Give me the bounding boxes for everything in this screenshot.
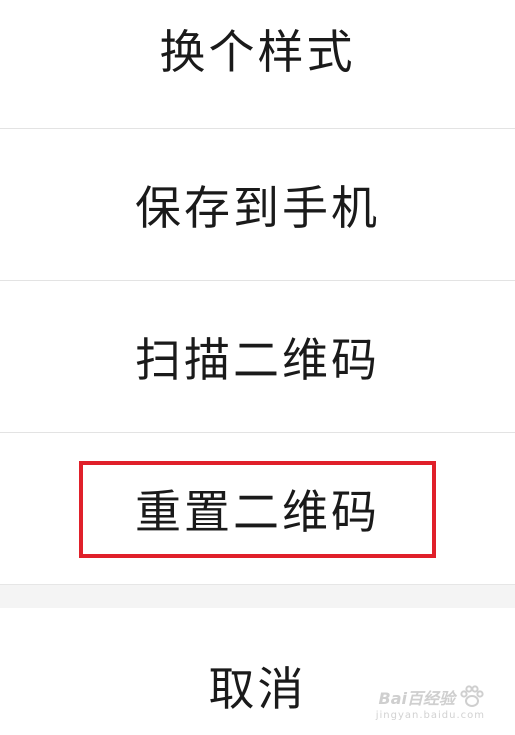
paw-logo-icon xyxy=(460,685,484,707)
reset-qr-code-label: 重置二维码 xyxy=(135,484,380,539)
scan-qr-code-option[interactable]: 扫描二维码 xyxy=(0,281,515,432)
baidu-jingyan-watermark: Bai百经验 jingyan.baidu.com xyxy=(376,685,485,721)
change-style-option[interactable]: 换个样式 xyxy=(0,0,515,128)
action-sheet: 换个样式 保存到手机 扫描二维码 重置二维码 取消 Bai百经验 jingyan… xyxy=(0,0,515,735)
cancel-label: 取消 xyxy=(208,661,307,716)
change-style-label: 换个样式 xyxy=(159,25,356,79)
save-to-phone-label: 保存到手机 xyxy=(135,180,380,235)
watermark-url: jingyan.baidu.com xyxy=(375,710,485,721)
save-to-phone-option[interactable]: 保存到手机 xyxy=(0,129,515,280)
reset-qr-code-option[interactable]: 重置二维码 xyxy=(0,433,515,584)
watermark-brand: Bai百经验 xyxy=(378,689,455,708)
section-gap xyxy=(0,584,515,609)
scan-qr-code-label: 扫描二维码 xyxy=(135,332,380,387)
